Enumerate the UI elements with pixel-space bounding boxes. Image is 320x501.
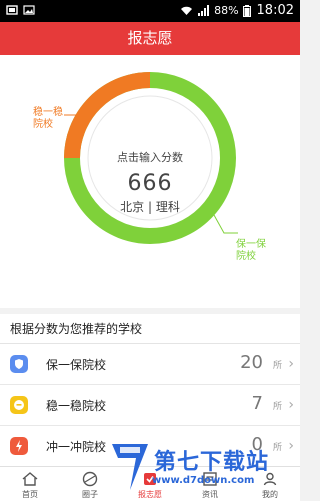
screenshot-icon — [6, 5, 18, 15]
count-unit: 所 — [272, 361, 282, 371]
school-category-name: 保一保院校 — [46, 358, 107, 372]
label-safe-line1: 保一保 — [236, 239, 266, 250]
home-icon — [22, 472, 38, 486]
lightning-icon — [10, 437, 28, 455]
school-count: 20 — [240, 352, 263, 373]
smile-icon — [10, 396, 28, 414]
score-value[interactable]: 666 — [0, 171, 300, 196]
watermark-logo-icon — [112, 444, 148, 490]
tab-home[interactable]: 首页 — [0, 467, 60, 501]
status-bar: 88% 18:02 — [0, 0, 300, 22]
clock: 18:02 — [256, 3, 294, 18]
page-title: 报志愿 — [127, 29, 173, 47]
school-category-name: 冲一冲院校 — [46, 440, 107, 454]
circle-icon — [82, 471, 98, 487]
battery-icon — [242, 4, 251, 17]
chevron-right-icon: › — [288, 397, 294, 413]
signal-icon — [198, 5, 210, 16]
shield-icon — [10, 355, 28, 373]
school-count: 7 — [251, 393, 263, 414]
recommend-section-title: 根据分数为您推荐的学校 — [0, 314, 300, 344]
tab-label: 首页 — [22, 490, 38, 499]
school-category-name: 稳一稳院校 — [46, 399, 107, 413]
image-icon — [23, 5, 35, 15]
app-bar: 报志愿 — [0, 22, 300, 55]
watermark-text: 第七下载站 — [154, 450, 270, 475]
count-unit: 所 — [272, 402, 282, 412]
list-item[interactable]: 保一保院校 20 所 › — [0, 344, 300, 385]
score-panel[interactable]: 稳一稳 院校 保一保 院校 点击输入分数 666 北京 | 理科 — [0, 55, 300, 308]
label-safe-line2: 院校 — [236, 251, 256, 262]
label-stable-line2: 院校 — [33, 119, 53, 130]
watermark: 第七下载站 www.d7down.com — [108, 436, 300, 500]
label-stable-line1: 稳一稳 — [33, 107, 63, 118]
watermark-url: www.d7down.com — [152, 475, 255, 486]
label-stable-schools: 稳一稳 院校 — [33, 107, 63, 131]
list-item[interactable]: 稳一稳院校 7 所 › — [0, 385, 300, 426]
ring-orange-segment — [64, 72, 151, 159]
chevron-right-icon: › — [288, 356, 294, 372]
enter-score-prompt[interactable]: 点击输入分数 — [0, 149, 300, 165]
label-safe-schools: 保一保 院校 — [236, 239, 266, 263]
battery-percent: 88% — [214, 4, 239, 17]
label-leader-green — [213, 214, 238, 234]
region-subject[interactable]: 北京 | 理科 — [0, 198, 300, 215]
wifi-icon — [181, 6, 193, 15]
